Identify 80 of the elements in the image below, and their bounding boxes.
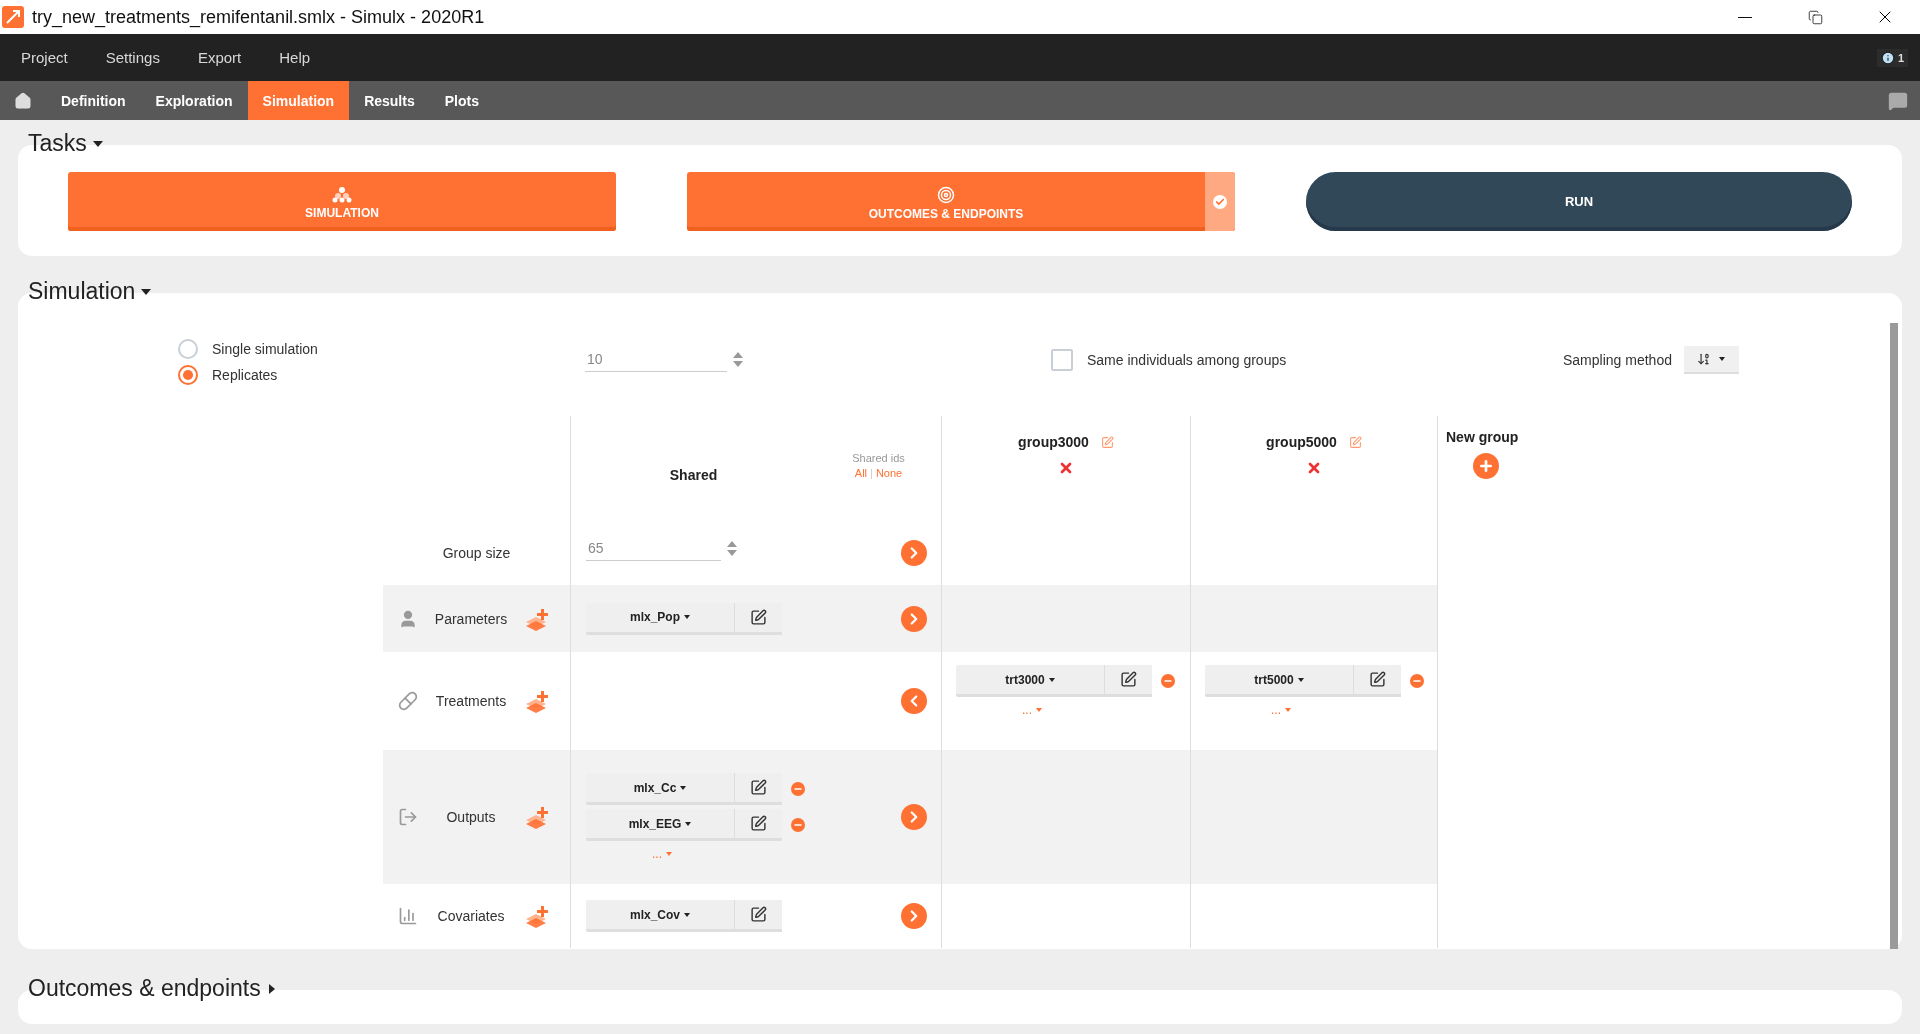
row-label: Treatments [434,693,508,709]
radio-label: Single simulation [212,341,318,357]
edit-button[interactable] [1353,665,1401,697]
edit-icon [1369,671,1386,688]
group-name: group3000 [1018,434,1089,450]
add-layer-icon[interactable] [524,606,550,631]
plus-icon [1478,458,1494,474]
edit-icon [750,815,767,832]
right-arrow-button[interactable] [901,903,927,929]
check-icon [1213,194,1227,209]
edit-icon [750,779,767,796]
menu-item[interactable]: Project [2,49,87,66]
radio-button[interactable] [178,365,198,385]
nav-tab[interactable]: Exploration [140,81,248,120]
dots-icon [332,187,352,203]
separator: | [870,466,873,479]
person-icon [398,608,418,629]
sampling-method-label: Sampling method [1563,352,1672,368]
chat-icon [1888,90,1908,111]
row-label: Parameters [433,610,509,627]
radio-label: Replicates [212,367,278,383]
restore-icon [1807,9,1823,25]
nav-tab[interactable]: Plots [429,81,494,120]
left-arrow-button[interactable] [901,688,927,714]
radio-button[interactable] [178,339,198,359]
info-icon [1880,50,1895,65]
menu-item[interactable]: Help [260,49,330,66]
scrollbar[interactable] [1890,323,1898,949]
right-arrow-button[interactable] [901,605,927,632]
edit-icon [750,608,767,626]
delete-icon [1058,460,1074,476]
remove-button[interactable] [791,782,805,796]
checkbox-label: Same individuals among groups [1087,352,1287,368]
row-label: Outputs [445,809,497,825]
delete-button[interactable] [1058,460,1074,476]
delete-icon [1306,460,1322,476]
group-size-field[interactable]: 65 [586,536,721,561]
replicates-field[interactable]: 10 [585,347,727,372]
sort-icon [1697,352,1712,366]
new-group-label: New group [1446,429,1519,445]
menu-item[interactable]: Export [178,49,261,66]
minimize-icon [1738,16,1752,18]
remove-button[interactable] [1410,674,1424,688]
right-arrow-button[interactable] [901,804,927,830]
remove-button[interactable] [1161,674,1175,688]
shared-ids-label: Shared ids [852,451,905,464]
add-layer-icon[interactable] [524,689,550,713]
checkbox[interactable] [1051,349,1073,371]
model-dropdown[interactable]: trt5000 [1205,665,1353,697]
model-dropdown[interactable]: trt3000 [956,665,1104,697]
add-layer-icon[interactable] [524,904,550,928]
row-label: Group size [441,544,512,561]
right-arrow-button[interactable] [901,539,927,566]
edit-icon [1348,435,1362,449]
delete-button[interactable] [1306,460,1322,476]
menu-item[interactable]: Settings [86,49,179,66]
run-button[interactable]: RUN [1306,172,1852,231]
home-icon [14,91,32,110]
column-header: Shared [668,467,719,483]
sampling-method-dropdown[interactable] [1683,346,1739,374]
target-icon [937,186,955,204]
edit-button[interactable] [734,900,782,932]
edit-button[interactable] [1104,665,1152,697]
spinner-icon[interactable] [733,352,743,367]
edit-icon [1120,671,1137,688]
spinner-icon[interactable] [727,541,737,556]
pill-icon [398,691,418,711]
edit-icon [750,906,767,923]
bar-chart-icon [398,906,418,926]
edit-icon [1100,435,1114,449]
nav-tab[interactable]: Definition [46,81,141,120]
nav-tab[interactable]: Results [349,81,430,120]
window-title: try_new_treatments_remifentanil.smlx - Simulx - 2020R1 [32,6,486,28]
group-name: group5000 [1266,434,1337,450]
notification-badge[interactable]: 1 [1876,48,1908,67]
add-group-button[interactable] [1473,453,1499,479]
model-dropdown[interactable]: mlx_Cov [586,900,734,932]
remove-button[interactable] [791,818,805,832]
row-label: Covariates [436,908,506,924]
add-layer-icon[interactable] [524,805,550,829]
